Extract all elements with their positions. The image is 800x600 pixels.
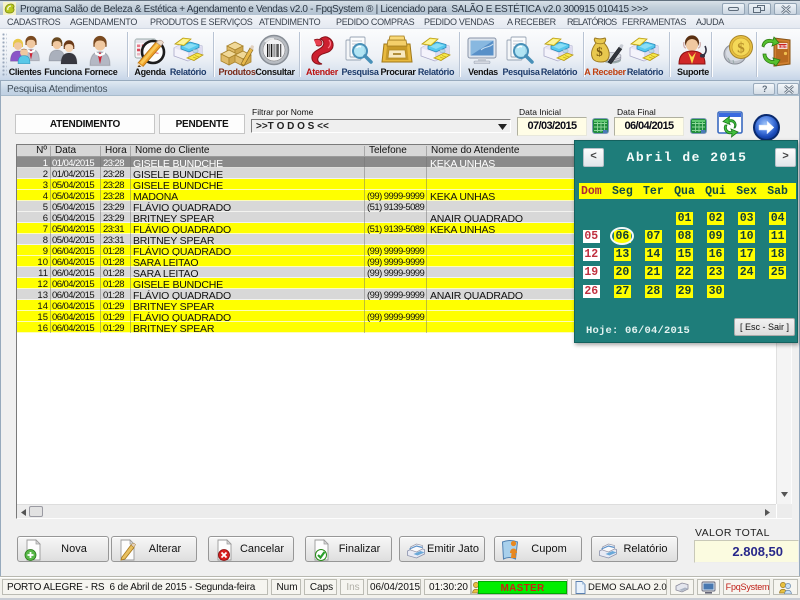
svg-text:$: $ xyxy=(596,44,603,59)
svg-text:EXIT: EXIT xyxy=(778,44,788,49)
svg-text:$: $ xyxy=(737,41,745,57)
